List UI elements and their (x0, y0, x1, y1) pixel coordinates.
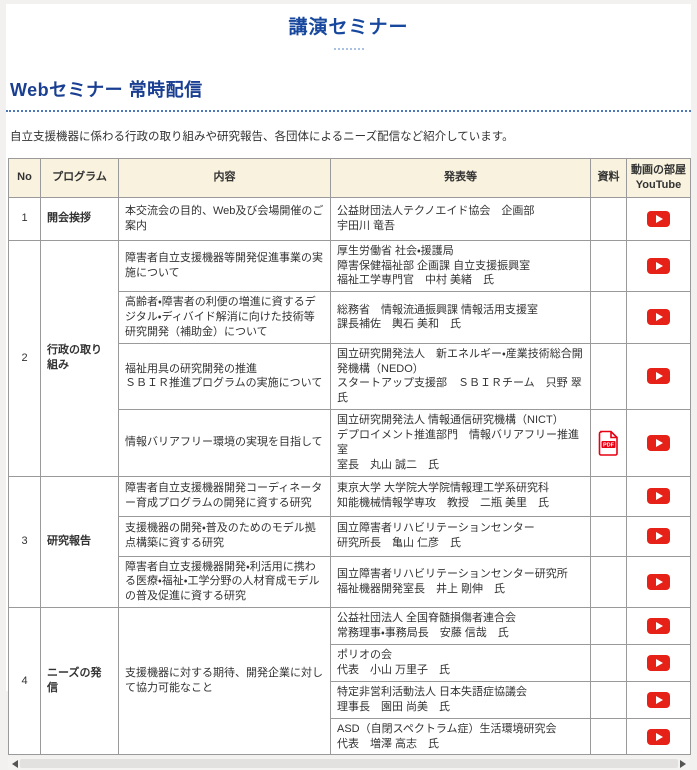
row-no: 3 (8, 475, 41, 609)
youtube-play-icon[interactable] (647, 618, 670, 635)
presenter-cell: 特定非営利活動法人 日本失語症協議会 理事長 園田 尚美 氏 (330, 681, 591, 719)
youtube-play-icon[interactable] (647, 210, 670, 227)
program-label: 開会挨拶 (40, 196, 119, 241)
table-row: 1 開会挨拶 本交流会の目的、Web及び会場開催のご案内 公益財団法人テクノエイ… (8, 196, 691, 241)
video-cell (626, 681, 691, 719)
header-content: 内容 (118, 158, 331, 198)
document-cell (590, 644, 627, 683)
program-label: 研究報告 (40, 475, 119, 609)
header-program: プログラム (40, 158, 119, 198)
row-no: 4 (8, 607, 41, 756)
presenter-cell: 公益財団法人テクノエイド協会 企画部 宇田川 竜吾 (330, 196, 591, 241)
document-cell (590, 196, 627, 241)
table-row: 2 行政の取り組み 障害者自立支援機器等開発促進事業の実施について 厚生労働省 … (8, 239, 691, 477)
video-cell (626, 196, 691, 241)
youtube-play-icon[interactable] (647, 573, 670, 590)
video-cell (626, 644, 691, 683)
row-no: 1 (8, 196, 41, 241)
document-cell: PDF (590, 409, 627, 477)
video-cell (626, 291, 691, 344)
presenter-cell: 総務省 情報流通振興課 情報活用支援室 課長補佐 輿石 美和 氏 (330, 291, 591, 344)
document-cell (590, 681, 627, 719)
presenter-cell: 公益社団法人 全国脊髄損傷者連合会 常務理事・事務局長 安藤 信哉 氏 (330, 607, 591, 646)
document-cell (590, 555, 627, 609)
content-area: 講演セミナー Webセミナー 常時配信 自立支援機器に係わる行政の取り組みや研究… (6, 4, 691, 770)
content-cell: 障害者自立支援機器開発コーディネーター育成プログラムの開発に資する研究 (118, 475, 331, 517)
video-cell (626, 475, 691, 517)
youtube-play-icon[interactable] (647, 368, 670, 385)
scroll-left-arrow-icon[interactable] (12, 760, 18, 769)
table-row: 3 研究報告 障害者自立支援機器開発コーディネーター育成プログラムの開発に資する… (8, 475, 691, 609)
youtube-play-icon[interactable] (647, 691, 670, 708)
content-cell: 情報バリアフリー環境の実現を目指して (118, 409, 331, 477)
table-header-row: No プログラム 内容 発表等 資料 動画の部屋 YouTube (8, 158, 691, 198)
video-cell (626, 409, 691, 477)
video-cell (626, 555, 691, 609)
document-cell (590, 607, 627, 646)
document-cell (590, 239, 627, 293)
video-cell (626, 717, 691, 756)
header-no: No (8, 158, 41, 198)
document-cell (590, 717, 627, 756)
youtube-play-icon[interactable] (647, 655, 670, 672)
presenter-cell: 東京大学 大学院大学院情報理工学系研究科 知能機械情報学専攻 教授 二瓶 美里 … (330, 475, 591, 517)
svg-text:PDF: PDF (603, 442, 615, 448)
presenter-cell: ポリオの会 代表 小山 万里子 氏 (330, 644, 591, 683)
document-cell (590, 291, 627, 344)
seminar-table: No プログラム 内容 発表等 資料 動画の部屋 YouTube 1 開会挨拶 … (8, 158, 691, 756)
youtube-play-icon[interactable] (647, 434, 670, 451)
horizontal-scrollbar[interactable] (8, 757, 690, 770)
section-heading: Webセミナー 常時配信 (10, 80, 203, 100)
header-document: 資料 (590, 158, 627, 198)
intro-description: 自立支援機器に係わる行政の取り組みや研究報告、各団体によるニーズ配信など紹介して… (10, 131, 514, 143)
youtube-play-icon[interactable] (647, 257, 670, 274)
document-cell (590, 515, 627, 557)
program-label: 行政の取り組み (40, 239, 119, 477)
header-presenter: 発表等 (330, 158, 591, 198)
section-divider (6, 110, 691, 112)
scroll-right-arrow-icon[interactable] (680, 760, 686, 769)
presenter-cell: 国立研究開発法人 情報通信研究機構（NICT） デプロイメント推進部門 情報バリ… (330, 409, 591, 477)
presenter-cell: 厚生労働省 社会・援護局 障害保健福祉部 企画課 自立支援振興室 福祉工学専門官… (330, 239, 591, 293)
table-row: 4 ニーズの発信 支援機器に対する期待、開発企業に対して協力可能なこと 公益社団… (8, 607, 691, 756)
title-underline-decoration (333, 48, 364, 50)
video-cell (626, 607, 691, 646)
content-cell: 支援機器に対する期待、開発企業に対して協力可能なこと (118, 607, 331, 756)
video-cell (626, 515, 691, 557)
document-cell (590, 475, 627, 517)
page-title: 講演セミナー (288, 17, 409, 38)
program-label: ニーズの発信 (40, 607, 119, 756)
presenter-cell: ASD（自閉スペクトラム症）生活環境研究会 代表 増澤 高志 氏 (330, 717, 591, 756)
header-video: 動画の部屋 YouTube (626, 158, 691, 198)
content-cell: 福祉用具の研究開発の推進 ＳＢＩＲ推進プログラムの実施について (118, 342, 331, 411)
row-no: 2 (8, 239, 41, 477)
youtube-play-icon[interactable] (647, 528, 670, 544)
content-cell: 本交流会の目的、Web及び会場開催のご案内 (118, 196, 331, 241)
content-cell: 障害者自立支援機器開発・利活用に携わる医療・福祉・工学分野の人材育成モデルの普及… (118, 555, 331, 609)
presenter-cell: 国立障害者リハビリテーションセンター研究所 福祉機器開発室長 井上 剛伸 氏 (330, 555, 591, 609)
presenter-cell: 国立障害者リハビリテーションセンター 研究所長 亀山 仁彦 氏 (330, 515, 591, 557)
youtube-play-icon[interactable] (647, 309, 670, 326)
youtube-play-icon[interactable] (647, 728, 670, 745)
content-cell: 障害者自立支援機器等開発促進事業の実施について (118, 239, 331, 293)
content-cell: 高齢者・障害者の利便の増進に資するデジタル・ディバイド解消に向けた技術等研究開発… (118, 291, 331, 344)
content-cell: 支援機器の開発・普及のためのモデル拠点構築に資する研究 (118, 515, 331, 557)
pdf-file-icon[interactable]: PDF (598, 430, 619, 456)
video-cell (626, 239, 691, 293)
youtube-play-icon[interactable] (647, 488, 670, 504)
document-cell (590, 342, 627, 411)
scrollbar-thumb[interactable] (20, 759, 678, 769)
video-cell (626, 342, 691, 411)
presenter-cell: 国立研究開発法人 新エネルギー・産業技術総合開発機構（NEDO） スタートアップ… (330, 342, 591, 411)
